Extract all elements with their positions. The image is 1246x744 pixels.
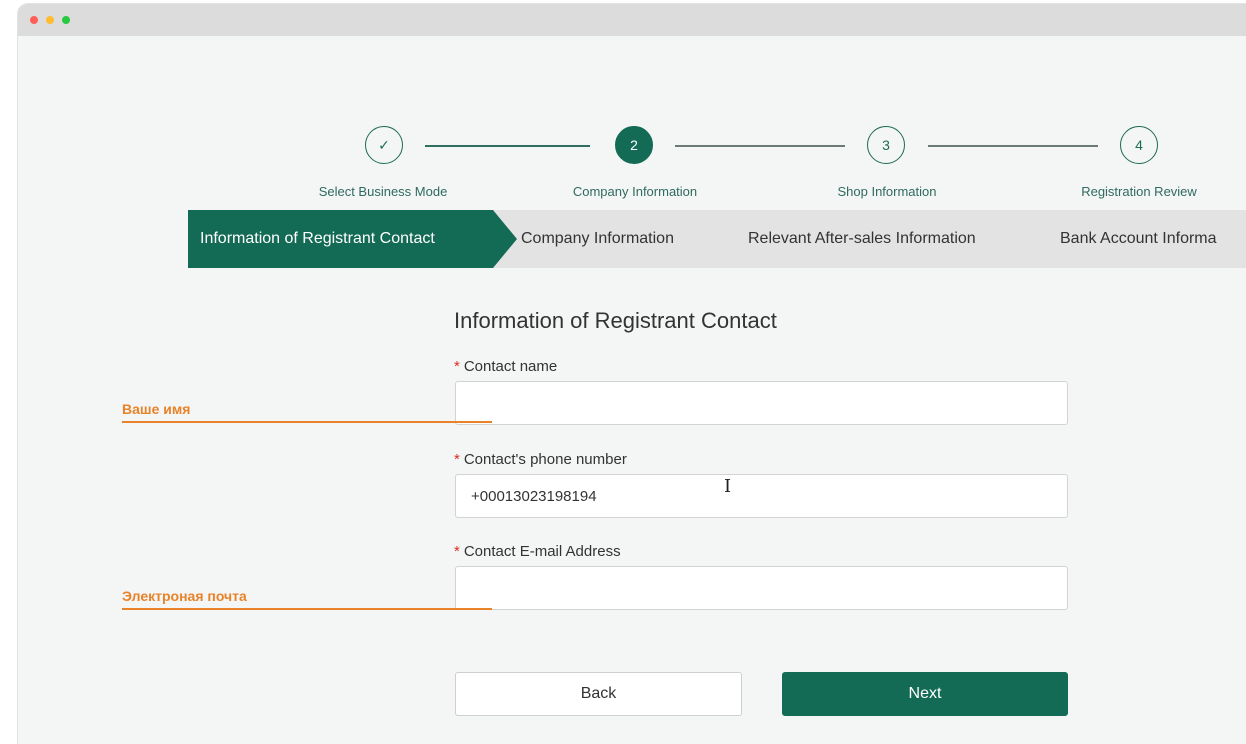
contact-name-label-text: Contact name xyxy=(463,358,558,375)
substep-bank-account[interactable]: Bank Account Informa xyxy=(1034,210,1246,268)
substep-registrant-contact[interactable]: Information of Registrant Contact xyxy=(188,210,518,268)
substep-label: Bank Account Informa xyxy=(1060,230,1217,247)
contact-phone-label: * Contact's phone number xyxy=(454,451,627,468)
substep-label: Information of Registrant Contact xyxy=(200,230,435,247)
next-button[interactable]: Next xyxy=(782,672,1068,716)
contact-phone-label-text: Contact's phone number xyxy=(463,451,627,468)
annotation-name-underline xyxy=(122,421,492,423)
step-1-circle: ✓ xyxy=(365,126,403,164)
form-title: Information of Registrant Contact xyxy=(454,308,777,333)
contact-name-label: * Contact name xyxy=(454,358,557,375)
contact-name-input[interactable] xyxy=(455,381,1068,425)
annotation-email-underline xyxy=(122,608,492,610)
substep-company-information[interactable]: Company Information xyxy=(493,210,747,268)
contact-email-label: * Contact E-mail Address xyxy=(454,543,621,560)
required-marker: * xyxy=(454,358,460,375)
close-window-button[interactable] xyxy=(30,16,38,24)
step-1-label: Select Business Mode xyxy=(318,184,448,199)
step-2-circle: 2 xyxy=(615,126,653,164)
contact-email-input[interactable] xyxy=(455,566,1068,610)
annotation-email: Электроная почта xyxy=(122,588,247,604)
contact-email-label-text: Contact E-mail Address xyxy=(463,543,621,560)
required-marker: * xyxy=(454,543,460,560)
substep-after-sales[interactable]: Relevant After-sales Information xyxy=(722,210,1060,268)
minimize-window-button[interactable] xyxy=(46,16,54,24)
step-3-label: Shop Information xyxy=(837,184,937,199)
substep-label: Company Information xyxy=(521,230,674,247)
step-2-label: Company Information xyxy=(572,184,698,199)
step-connector-3 xyxy=(928,145,1098,147)
step-4-label: Registration Review xyxy=(1081,184,1197,199)
required-marker: * xyxy=(454,451,460,468)
annotation-name: Ваше имя xyxy=(122,401,191,417)
contact-phone-input[interactable] xyxy=(455,474,1068,518)
step-2-number: 2 xyxy=(630,137,638,153)
step-connector-1 xyxy=(425,145,590,147)
substep-label: Relevant After-sales Information xyxy=(748,230,976,247)
step-4-number: 4 xyxy=(1135,137,1143,153)
back-button[interactable]: Back xyxy=(455,672,742,716)
check-icon: ✓ xyxy=(378,136,390,153)
maximize-window-button[interactable] xyxy=(62,16,70,24)
title-bar xyxy=(18,4,1246,36)
step-connector-2 xyxy=(675,145,845,147)
step-3-number: 3 xyxy=(882,137,890,153)
app-window xyxy=(18,4,1246,744)
step-3-circle: 3 xyxy=(867,126,905,164)
i-beam-cursor-icon: I xyxy=(724,476,732,497)
step-4-circle: 4 xyxy=(1120,126,1158,164)
